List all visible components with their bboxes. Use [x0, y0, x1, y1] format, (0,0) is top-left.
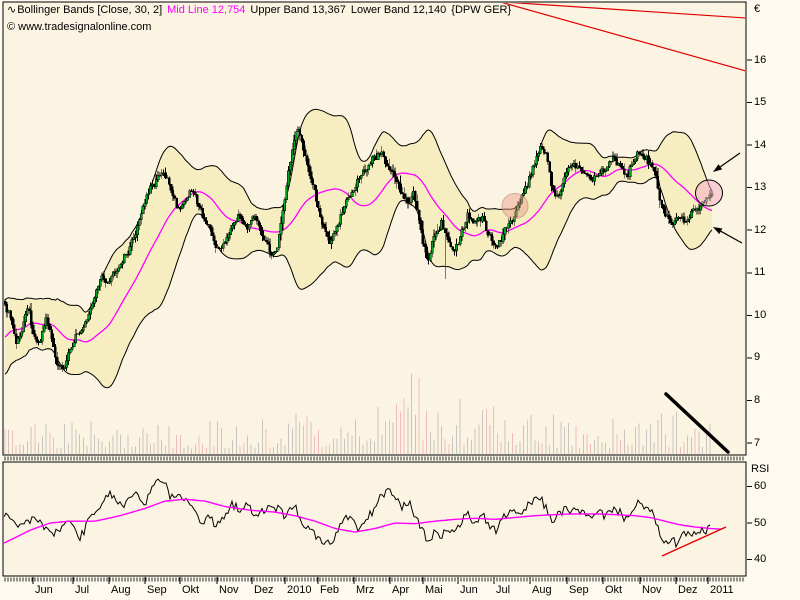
rsi-tick-label: 40: [754, 553, 766, 566]
rsi-axis-label: RSI: [751, 463, 769, 476]
x-axis-label: Dez: [254, 584, 274, 597]
price-tick-label: 14: [754, 139, 766, 152]
x-axis-label: Mrz: [356, 584, 374, 597]
instrument-symbol: {DPW GER}: [451, 4, 511, 16]
wave-icon: ∿: [7, 4, 16, 16]
price-tick-label: 13: [754, 181, 766, 194]
x-axis-label: Jun: [460, 584, 478, 597]
x-axis-label: Nov: [642, 584, 662, 597]
x-axis-label: Jul: [496, 584, 510, 597]
indicator-header: ∿Bollinger Bands [Close, 30, 2] Mid Line …: [7, 4, 516, 17]
x-axis-label: Jul: [75, 584, 89, 597]
x-axis-label: Feb: [320, 584, 339, 597]
lower-band-value: Lower Band 12,140: [351, 4, 446, 16]
price-tick-label: 7: [754, 437, 760, 450]
highlight-ellipse-1[interactable]: [502, 194, 528, 219]
price-tick-label: 15: [754, 96, 766, 109]
x-axis-label: 2011: [710, 584, 734, 597]
x-axis-label: 2010: [287, 584, 311, 597]
mid-line-value: Mid Line 12,754: [167, 4, 245, 16]
x-axis-label: Aug: [111, 584, 131, 597]
x-axis-label: Apr: [392, 584, 409, 597]
x-axis-label: Okt: [182, 584, 199, 597]
rsi-tick-label: 50: [754, 517, 766, 530]
price-tick-label: 9: [754, 351, 760, 364]
x-axis-label: Aug: [532, 584, 552, 597]
highlight-ellipse-2[interactable]: [696, 180, 723, 206]
chart-canvas[interactable]: [0, 0, 800, 600]
watermark: © www.tradesignalonline.com: [7, 21, 151, 34]
currency-axis-label: €: [754, 3, 760, 16]
x-axis-label: Jun: [35, 584, 53, 597]
price-tick-label: 8: [754, 394, 760, 407]
rsi-tick-label: 60: [754, 480, 766, 493]
indicator-title: Bollinger Bands [Close, 30, 2]: [17, 4, 162, 16]
rsi-panel[interactable]: [3, 462, 746, 576]
x-axis-label: Mai: [425, 584, 443, 597]
x-axis-label: Nov: [219, 584, 239, 597]
price-tick-label: 10: [754, 309, 766, 322]
price-tick-label: 11: [754, 266, 765, 279]
price-tick-label: 12: [754, 224, 766, 237]
chart-window: ∿Bollinger Bands [Close, 30, 2] Mid Line …: [0, 0, 800, 600]
upper-band-value: Upper Band 13,367: [250, 4, 345, 16]
price-tick-label: 16: [754, 54, 766, 67]
x-axis-label: Okt: [605, 584, 622, 597]
x-axis-label: Dez: [678, 584, 698, 597]
x-axis-label: Sep: [569, 584, 589, 597]
x-axis-label: Sep: [147, 584, 167, 597]
